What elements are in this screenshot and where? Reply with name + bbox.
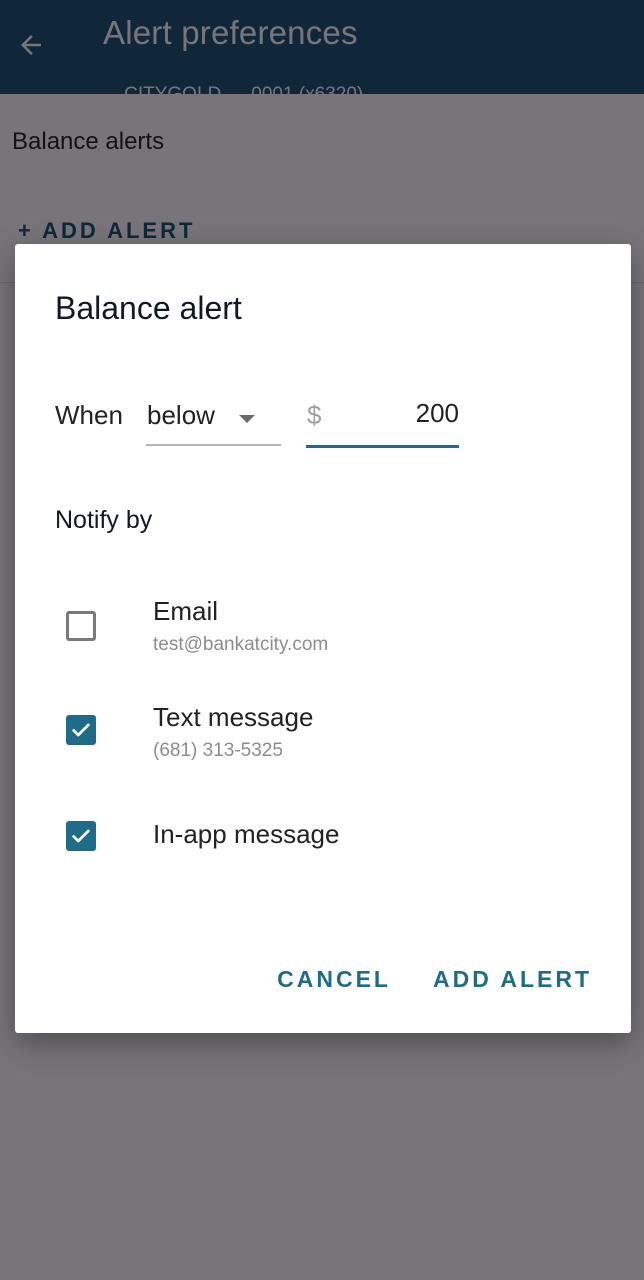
condition-select[interactable]: below: [146, 392, 281, 446]
notify-option-in-app[interactable]: In-app message: [55, 804, 595, 884]
balance-alert-dialog: Balance alert When below $ Notify by Ema…: [15, 244, 631, 1033]
option-detail: (681) 313-5325: [153, 740, 283, 761]
when-label: When: [55, 400, 123, 430]
amount-field[interactable]: $: [306, 392, 459, 448]
amount-input[interactable]: [349, 398, 459, 429]
notify-option-text-message[interactable]: Text message (681) 313-5325: [55, 688, 595, 768]
condition-select-value: below: [147, 400, 215, 430]
cancel-button[interactable]: CANCEL: [277, 966, 391, 993]
add-alert-button[interactable]: ADD ALERT: [433, 966, 592, 993]
option-detail: test@bankatcity.com: [153, 634, 329, 655]
in-app-checkbox[interactable]: [66, 821, 96, 851]
email-checkbox[interactable]: [66, 611, 96, 641]
dialog-actions: CANCEL ADD ALERT: [277, 966, 592, 993]
option-label: In-app message: [153, 819, 340, 849]
checkmark-icon: [72, 723, 90, 737]
notify-by-label: Notify by: [55, 506, 153, 534]
dropdown-caret-icon: [239, 415, 255, 423]
currency-symbol: $: [307, 400, 322, 430]
option-label: Email: [153, 596, 219, 626]
option-label: Text message: [153, 702, 314, 732]
dialog-title: Balance alert: [55, 290, 242, 326]
text-message-checkbox[interactable]: [66, 715, 96, 745]
notify-option-email[interactable]: Email test@bankatcity.com: [55, 582, 595, 662]
checkmark-icon: [72, 829, 90, 843]
